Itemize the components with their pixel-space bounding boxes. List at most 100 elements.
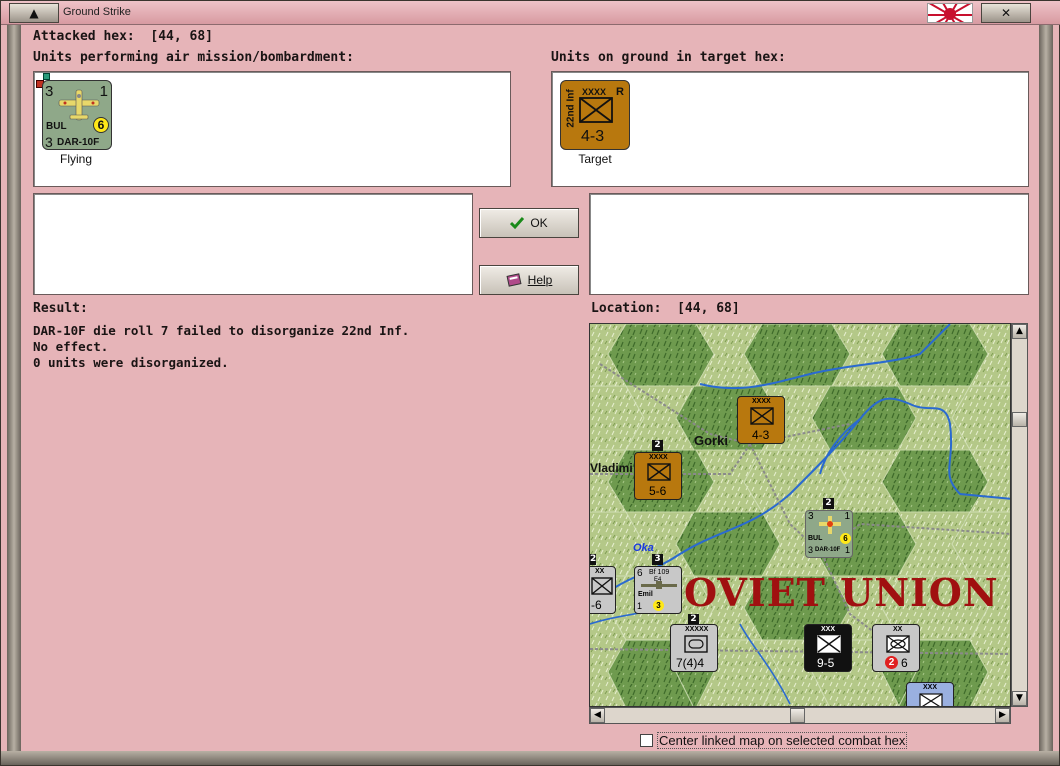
attacked-hex-label: Attacked hex: [44, 68] (33, 29, 214, 44)
map-counter-cav[interactable]: XXXXX 7(4)4 (670, 624, 718, 672)
map-counter-gorki-inf[interactable]: XXXX 4-3 (737, 396, 785, 444)
scroll-right-arrow-icon[interactable]: ▶ (995, 708, 1010, 723)
map-counter-left-partial[interactable]: XX -6 (590, 566, 616, 614)
ok-button-label: OK (530, 216, 548, 230)
horizontal-scroll-thumb[interactable] (790, 708, 805, 723)
infantry-symbol-icon (647, 463, 671, 481)
minimize-button[interactable]: ▲ (9, 3, 59, 23)
help-button-label: Help (527, 273, 553, 287)
hex-terrain-map (590, 324, 1010, 706)
map-horizontal-scrollbar[interactable]: ◀ ▶ (589, 707, 1011, 724)
counter-model: Bf 109 (649, 569, 670, 576)
center-map-checkbox[interactable] (640, 734, 653, 747)
map-river-oka: Oka (633, 542, 654, 554)
fighter-plane-icon (641, 581, 677, 589)
help-button[interactable]: Help (479, 265, 579, 295)
counter-top: 1 (844, 511, 850, 522)
counter-size: XX (893, 626, 903, 633)
result-line: DAR-10F die roll 7 failed to disorganize… (33, 323, 410, 338)
map-vertical-scrollbar[interactable]: ▲ ▼ (1011, 323, 1028, 707)
title-bar: ▲ Ground Strike ✕ (1, 1, 1060, 25)
counter-attack: 2 (885, 656, 898, 669)
counter-range: 1 (844, 545, 850, 555)
ground-details-panel (589, 193, 1029, 295)
close-icon: ✕ (1000, 6, 1012, 20)
ground-unit-size: XXXX (582, 87, 607, 97)
fighter-plane-icon (58, 89, 100, 121)
infantry-symbol-icon (919, 693, 943, 706)
counter-strength: 4-3 (752, 428, 770, 442)
scroll-down-arrow-icon[interactable]: ▼ (1012, 691, 1027, 706)
map-region-label: OVIET UNION (684, 570, 999, 615)
scroll-left-arrow-icon[interactable]: ◀ (590, 708, 605, 723)
counter-bottom-left: 1 (637, 601, 643, 611)
counter-size: XXXX (649, 454, 668, 461)
ground-units-heading: Units on ground in target hex: (551, 50, 786, 65)
counter-strength: 9-5 (817, 656, 835, 670)
counter-moves: 6 (840, 533, 851, 544)
air-units-list: 3 1 BUL 6 3 DAR-10F Flying (33, 71, 511, 187)
map-counter-air-bul[interactable]: 3 1 BUL 6 3 DAR-10F 1 (805, 510, 853, 558)
counter-top-left: 6 (637, 568, 643, 579)
counter-attack: 3 (808, 511, 814, 522)
counter-size: XXX (821, 626, 836, 633)
right-frame (1039, 25, 1053, 751)
infantry-symbol-icon (750, 407, 774, 425)
ground-unit-status: Target (578, 152, 612, 166)
scroll-up-arrow-icon[interactable]: ▲ (1012, 324, 1027, 339)
air-unit-model: DAR-10F (57, 137, 100, 148)
minimize-icon: ▲ (29, 6, 39, 20)
map-counter-ss[interactable]: XXX 9-5 (804, 624, 852, 672)
armored-infantry-icon (886, 635, 910, 653)
air-unit-status: Flying (59, 152, 92, 166)
location-map[interactable]: Gorki Vladimi Oka OVIET UNION XXXX 4-3 2… (589, 323, 1011, 707)
stack-count-badge: 2 (590, 554, 596, 565)
location-label: Location: [44, 68] (591, 301, 740, 316)
air-units-heading: Units performing air mission/bombardment… (33, 50, 354, 65)
map-counter-bf109[interactable]: 6 Bf 109 E4 Emil 1 3 (634, 566, 682, 614)
air-unit-counter[interactable]: 3 1 BUL 6 3 DAR-10F (42, 80, 112, 150)
counter-defense: 3 (808, 545, 814, 555)
air-unit-defense: 3 (45, 134, 53, 150)
ok-button[interactable]: OK (479, 208, 579, 238)
center-map-checkbox-label[interactable]: Center linked map on selected combat hex (657, 732, 908, 749)
infantry-symbol-icon (817, 635, 841, 653)
map-counter-vladimir-inf[interactable]: XXXX 5-6 (634, 452, 682, 500)
ground-unit-name: 22nd Inf (565, 89, 577, 128)
infantry-symbol-icon (579, 97, 613, 123)
counter-name: Emil (638, 591, 653, 598)
checkmark-icon (510, 217, 525, 230)
air-unit-nation: BUL (46, 121, 67, 132)
counter-model: DAR-10F (815, 547, 841, 553)
ground-unit-flag: R (616, 86, 624, 98)
stack-count-badge: 3 (652, 554, 663, 565)
vertical-scroll-thumb[interactable] (1012, 412, 1027, 427)
help-book-icon (506, 273, 522, 287)
counter-defense: 6 (901, 656, 908, 670)
stack-count-badge: 2 (823, 498, 834, 509)
ground-unit-strength: 4-3 (581, 128, 605, 145)
stack-count-badge: 2 (652, 440, 663, 451)
rising-sun-flag-icon (927, 3, 973, 23)
counter-nation: BUL (808, 535, 823, 542)
map-counter-blue[interactable]: XXX (906, 682, 954, 706)
air-details-panel (33, 193, 473, 295)
air-unit-moves: 6 (93, 117, 109, 133)
bottom-frame (1, 751, 1059, 765)
map-counter-pz[interactable]: XX 2 6 (872, 624, 920, 672)
counter-size: XX (595, 568, 605, 575)
counter-strength: 5-6 (649, 484, 667, 498)
result-line: No effect. (33, 339, 109, 354)
fighter-plane-icon (819, 516, 841, 534)
close-button[interactable]: ✕ (981, 3, 1031, 23)
window-title: Ground Strike (63, 6, 131, 18)
ground-units-list: 22nd Inf XXXX R 4-3 Target (551, 71, 1029, 187)
counter-strength: -6 (591, 598, 602, 612)
counter-moves: 3 (653, 600, 664, 611)
counter-strength: 7(4)4 (676, 656, 705, 670)
counter-size: XXXXX (685, 626, 709, 633)
counter-size: XXXX (752, 398, 771, 405)
map-city-gorki: Gorki (694, 433, 728, 448)
armor-symbol-icon (684, 635, 708, 653)
ground-unit-counter[interactable]: 22nd Inf XXXX R 4-3 (560, 80, 630, 150)
